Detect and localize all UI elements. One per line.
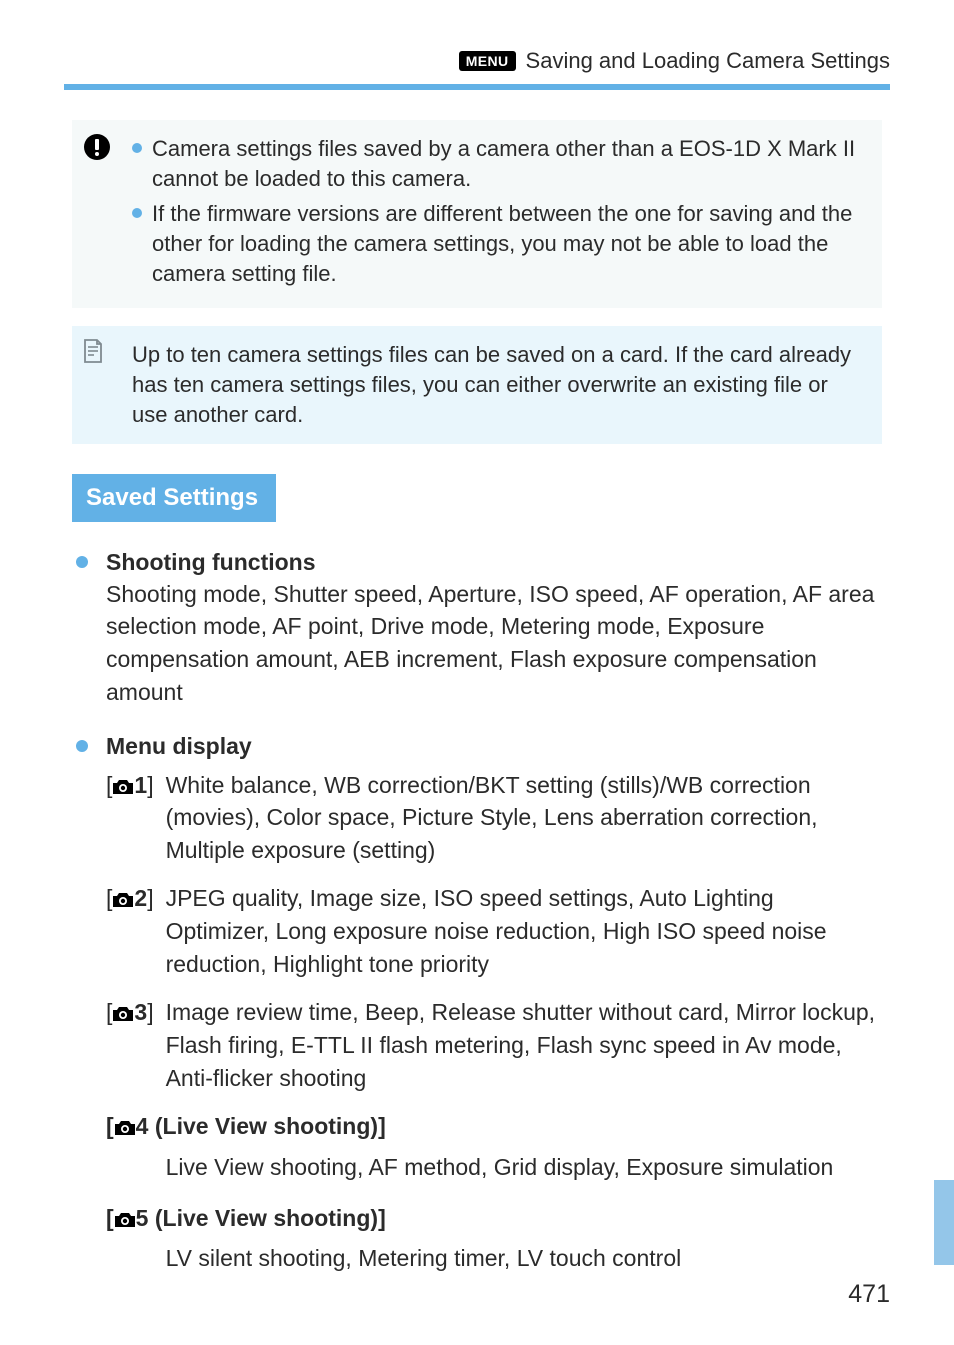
caution-icon [82,132,112,162]
chapter-tab [934,1180,954,1265]
menu-tab-number: 2 [134,885,147,911]
header-title: Saving and Loading Camera Settings [526,48,890,74]
camera-icon [114,1112,136,1145]
menu-entry: [5 (Live View shooting)][0]LV silent sho… [106,1202,882,1277]
menu-tab-label: [1] [106,769,154,867]
menu-tab-desc: White balance, WB correction/BKT setting… [166,769,882,867]
menu-tab-number: 4 [136,1113,149,1139]
hint-box: Up to ten camera settings files can be s… [72,326,882,443]
menu-tab-number: 1 [134,772,147,798]
item-shooting-functions: Shooting functions Shooting mode, Shutte… [72,546,882,709]
section-title: Saved Settings [72,474,276,522]
menu-tab-desc: LV silent shooting, Metering timer, LV t… [166,1242,882,1277]
menu-tab-label: [5 (Live View shooting)] [106,1202,882,1237]
menu-entry: [1]White balance, WB correction/BKT sett… [106,769,882,867]
accent-bar [64,84,890,90]
note-icon [82,338,104,364]
item-title: Shooting functions [106,546,882,578]
camera-icon [114,1204,136,1237]
item-body: Shooting mode, Shutter speed, Aperture, … [106,578,882,709]
caution-bullet: Camera settings files saved by a camera … [132,134,864,193]
menu-tab-extra: (Live View shooting) [148,1113,378,1139]
menu-tab-extra: (Live View shooting) [148,1205,378,1231]
menu-tab-label: [3] [106,996,154,1094]
caution-box: Camera settings files saved by a camera … [72,120,882,308]
menu-entry: [3]Image review time, Beep, Release shut… [106,996,882,1094]
camera-icon [112,998,134,1031]
menu-tab-desc: Live View shooting, AF method, Grid disp… [166,1151,882,1186]
menu-tab-number: 3 [134,999,147,1025]
camera-icon [112,884,134,917]
menu-badge: MENU [459,51,516,71]
caution-bullet: If the firmware versions are different b… [132,199,864,288]
menu-tab-number: 5 [136,1205,149,1231]
item-menu-display: Menu display [1]White balance, WB correc… [72,730,882,1277]
hint-text: Up to ten camera settings files can be s… [132,340,864,429]
menu-tab-label: [4 (Live View shooting)] [106,1110,882,1145]
menu-entry: [4 (Live View shooting)][0]Live View sho… [106,1110,882,1185]
menu-entry: [2]JPEG quality, Image size, ISO speed s… [106,882,882,980]
menu-tab-desc: Image review time, Beep, Release shutter… [166,996,882,1094]
menu-tab-desc: JPEG quality, Image size, ISO speed sett… [166,882,882,980]
page-number: 471 [848,1280,890,1309]
menu-tab-label: [2] [106,882,154,980]
page-header: MENU Saving and Loading Camera Settings [0,0,954,84]
camera-icon [112,771,134,804]
item-title: Menu display [106,730,882,762]
